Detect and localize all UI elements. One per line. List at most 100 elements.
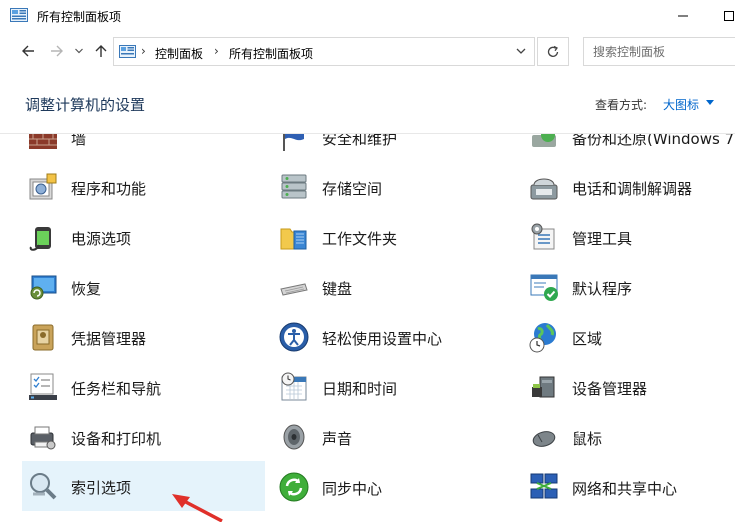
work-folders-icon [280,228,307,250]
breadcrumb-item-all-items[interactable]: 所有控制面板项 [229,45,313,62]
power-icon [29,227,51,251]
item-ease-of-access[interactable]: 轻松使用设置中心 [273,314,513,360]
navigation-bar: › 控制面板 › 所有控制面板项 [0,34,735,68]
control-panel-items: 墙 安全和维护 备份和还原(Windows 7 程序和功能 存储空间 电话和调制… [0,134,735,522]
minimize-button[interactable] [660,0,706,32]
back-button[interactable] [17,40,39,62]
minimize-icon [678,15,688,17]
programs-icon [29,173,57,200]
backup-icon [532,134,556,147]
taskbar-icon [29,373,57,400]
control-panel-icon [119,45,136,58]
item-taskbar-navigation[interactable]: 任务栏和导航 [22,364,262,410]
annotation-arrow-icon [172,494,223,522]
item-label: 声音 [322,430,353,448]
item-label: 任务栏和导航 [71,380,162,398]
credential-icon [32,324,54,351]
item-credential-manager[interactable]: 凭据管理器 [22,314,262,360]
item-label: 安全和维护 [322,134,398,148]
indexing-icon [30,473,57,500]
sound-icon [283,424,305,450]
item-label: 电源选项 [71,230,132,248]
item-label: 键盘 [322,280,353,298]
item-work-folders[interactable]: 工作文件夹 [273,214,513,260]
breadcrumb-separator: › [214,44,219,58]
item-label: 设备管理器 [572,380,648,398]
view-by-dropdown[interactable]: 大图标 [663,96,699,113]
breadcrumb-item-control-panel[interactable]: 控制面板 [155,45,203,62]
control-panel-icon [10,8,28,22]
maximize-button[interactable] [706,0,735,32]
arrow-up-icon [95,45,107,57]
item-label: 轻松使用设置中心 [322,330,443,348]
item-programs-features[interactable]: 程序和功能 [22,164,262,210]
refresh-button[interactable] [537,37,569,66]
forward-button[interactable] [46,40,68,62]
item-label: 默认程序 [572,280,633,298]
item-label: 同步中心 [322,480,383,498]
view-by-label: 查看方式: [595,98,648,112]
ease-of-access-icon [279,322,309,352]
maximize-icon [724,11,734,21]
item-sync-center[interactable]: 同步中心 [273,464,513,510]
device-manager-icon [532,376,555,398]
item-sound[interactable]: 声音 [273,414,513,460]
security-flag-icon [283,134,304,151]
recovery-icon [30,275,57,300]
item-label: 凭据管理器 [71,330,147,348]
item-label: 工作文件夹 [322,230,398,248]
item-network-sharing[interactable]: 网络和共享中心 [523,464,735,510]
printer-icon [30,426,56,450]
item-label: 墙 [71,134,87,148]
item-phone-modem[interactable]: 电话和调制解调器 [523,164,735,210]
item-keyboard[interactable]: 键盘 [273,264,513,310]
search-input[interactable] [584,38,735,65]
item-label: 网络和共享中心 [572,480,678,498]
item-default-programs[interactable]: 默认程序 [523,264,735,310]
chevron-down-icon [75,48,83,54]
storage-icon [281,174,307,199]
item-label: 鼠标 [572,430,603,448]
item-devices-printers[interactable]: 设备和打印机 [22,414,262,460]
arrow-left-icon [22,45,34,57]
item-label: 区域 [572,330,603,348]
item-device-manager[interactable]: 设备管理器 [523,364,735,410]
item-admin-tools[interactable]: 管理工具 [523,214,735,260]
recent-locations-button[interactable] [72,40,86,62]
item-label: 备份和还原(Windows 7 [572,134,735,148]
item-date-time[interactable]: 日期和时间 [273,364,513,410]
item-storage-spaces[interactable]: 存储空间 [273,164,513,210]
item-label: 日期和时间 [322,380,398,398]
item-label: 索引选项 [71,479,132,497]
network-icon [530,473,558,499]
mouse-icon [532,431,556,447]
keyboard-icon [280,283,308,296]
admin-tools-icon [531,223,555,250]
item-label: 存储空间 [322,180,383,198]
breadcrumb-separator: › [141,44,146,58]
item-power-options[interactable]: 电源选项 [22,214,262,260]
firewall-icon [29,134,57,149]
item-label: 程序和功能 [71,180,147,198]
item-mouse[interactable]: 鼠标 [523,414,735,460]
item-backup-restore[interactable]: 备份和还原(Windows 7 [523,134,735,160]
search-box[interactable] [583,37,735,66]
region-icon [529,323,556,353]
address-bar[interactable]: › 控制面板 › 所有控制面板项 [113,37,535,66]
page-title: 调整计算机的设置 [25,96,146,114]
item-label: 恢复 [71,280,102,298]
item-region[interactable]: 区域 [523,314,735,360]
caret-down-icon[interactable] [706,100,714,106]
sync-icon [279,472,309,502]
phone-modem-icon [530,178,558,200]
item-windows-firewall[interactable]: 墙 [22,134,262,160]
window-title: 所有控制面板项 [37,10,122,24]
item-recovery[interactable]: 恢复 [22,264,262,310]
item-label: 管理工具 [572,230,633,248]
default-programs-icon [530,274,558,301]
up-button[interactable] [90,40,112,62]
chevron-down-icon[interactable] [514,44,528,58]
title-bar: 所有控制面板项 [0,0,735,32]
item-security-maintenance[interactable]: 安全和维护 [273,134,513,160]
item-label: 设备和打印机 [71,430,162,448]
